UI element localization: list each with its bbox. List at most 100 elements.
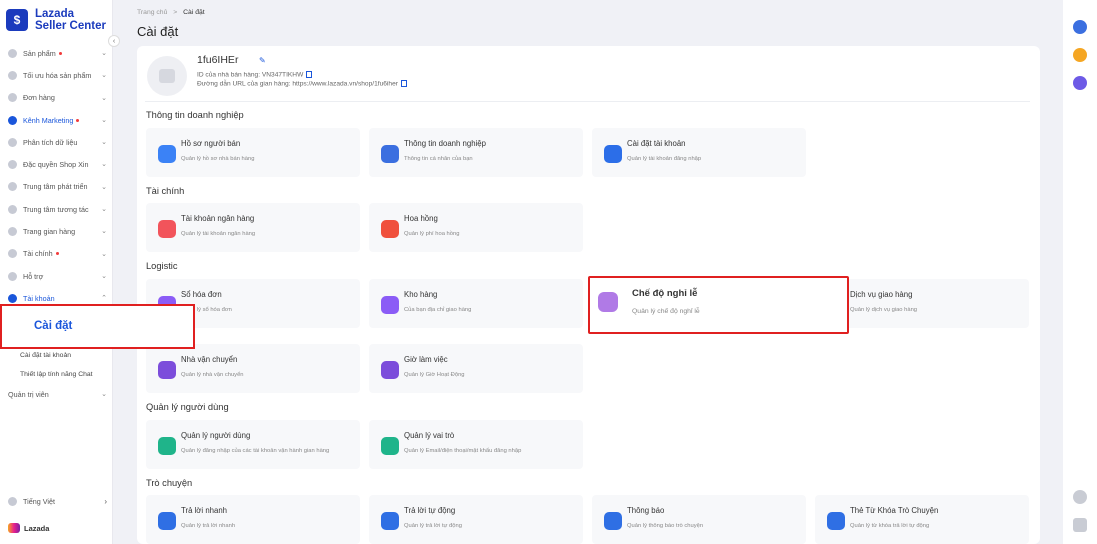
- tile-user-management[interactable]: Quản lý người dùng Quản lý đăng nhập của …: [146, 420, 360, 469]
- page-title: Cài đặt: [137, 24, 179, 39]
- tile-holiday-mode[interactable]: Chế độ nghỉ lễ Quản lý chế độ nghỉ lễ: [588, 276, 849, 334]
- megaphone-icon: [8, 115, 17, 125]
- sidebar-item-analytics[interactable]: Phân tích dữ liệu ⌄: [0, 131, 113, 153]
- chevron-down-icon: ⌄: [101, 206, 107, 214]
- tile-role-management[interactable]: Quản lý vai trò Quản lý Email/điện thoại/…: [369, 420, 583, 469]
- shop-name: 1fu6IHEr: [197, 54, 239, 66]
- section-chat: Trò chuyện: [146, 478, 193, 488]
- chevron-down-icon: ⌄: [101, 272, 107, 280]
- user-profile-icon: [158, 145, 176, 163]
- notification-dot: [58, 51, 62, 55]
- chevron-down-icon: ⌄: [101, 183, 107, 191]
- lazada-bag-icon: $: [6, 9, 28, 31]
- user-icon: [8, 293, 17, 303]
- sidebar-subitem-settings-active[interactable]: Cài đặt: [0, 304, 195, 349]
- app-root: $ Lazada Seller Center Sản phẩm ⌄ Tối ưu …: [0, 0, 1097, 544]
- chat-bubble-icon: [8, 204, 17, 214]
- tile-bank-account[interactable]: Tài khoản ngân hàng Quản lý tài khoản ngâ…: [146, 203, 360, 252]
- commission-icon: [381, 220, 399, 238]
- tile-business-info[interactable]: Thông tin doanh nghiệp Thông tin cá nhân …: [369, 128, 583, 177]
- beach-umbrella-icon: [598, 292, 618, 312]
- tile-business-hours[interactable]: Giờ làm việc Quản lý Giờ Hoạt Động: [369, 344, 583, 393]
- tile-notification[interactable]: Thông báo Quản lý thông báo trò chuyện: [592, 495, 806, 544]
- chevron-down-icon: ⌄: [101, 391, 107, 398]
- store-url: Đường dẫn URL của gian hàng: https://www…: [197, 80, 407, 87]
- sidebar-item-shop-privileges[interactable]: Đặc quyền Shop Xin ⌄: [0, 153, 113, 175]
- chevron-down-icon: ⌄: [101, 139, 107, 147]
- tile-commission[interactable]: Hoa hồng Quản lý phí hoa hồng: [369, 203, 583, 252]
- chevron-down-icon: ⌄: [101, 161, 107, 169]
- divider: [145, 101, 1030, 102]
- brand-subtitle: Seller Center: [35, 20, 106, 32]
- breadcrumb-home[interactable]: Trang chủ: [137, 9, 167, 16]
- bank-card-icon: [158, 220, 176, 238]
- sidebar-item-engagement-center[interactable]: Trung tâm tương tác ⌄: [0, 198, 113, 220]
- chat-icon[interactable]: [1073, 20, 1087, 34]
- box-icon: [8, 48, 17, 58]
- sidebar-subitem-account-settings[interactable]: Cài đặt tài khoản: [20, 352, 71, 359]
- sidebar-item-products[interactable]: Sản phẩm ⌄: [0, 42, 113, 64]
- tile-carrier[interactable]: Nhà vận chuyển Quản lý nhà vận chuyển: [146, 344, 360, 393]
- id-card-icon: [381, 145, 399, 163]
- bell-icon[interactable]: [1073, 48, 1087, 62]
- sidebar-item-growth-center[interactable]: Trung tâm phát triển ⌄: [0, 176, 113, 198]
- sidebar-item-store-page[interactable]: Trang gian hàng ⌄: [0, 220, 113, 242]
- language-switcher[interactable]: Tiếng Việt ›: [8, 497, 113, 506]
- sidebar-collapse-button[interactable]: ‹: [108, 35, 120, 47]
- sidebar-item-orders[interactable]: Đơn hàng ⌄: [0, 87, 113, 109]
- brand-logo[interactable]: $ Lazada Seller Center: [6, 8, 106, 32]
- section-user-management: Quản lý người dùng: [146, 402, 229, 412]
- feedback-icon[interactable]: [1073, 518, 1087, 532]
- auto-reply-icon: [381, 512, 399, 530]
- sidebar-item-admin[interactable]: Quản trị viên ⌄: [8, 390, 113, 399]
- role-icon: [381, 437, 399, 455]
- copy-icon[interactable]: [400, 80, 407, 87]
- wallet-icon: [8, 249, 17, 259]
- edit-icon[interactable]: ✎: [259, 56, 266, 65]
- tile-seller-profile[interactable]: Hồ sơ người bán Quản lý hồ sơ nhà bán hàn…: [146, 128, 360, 177]
- chevron-down-icon: ⌄: [101, 50, 107, 57]
- growth-icon: [8, 182, 17, 192]
- sidebar-nav: Sản phẩm ⌄ Tối ưu hóa sản phẩm ⌄ Đơn hàng ⌄…: [0, 42, 113, 310]
- chevron-right-icon: ›: [104, 497, 107, 506]
- sidebar-item-support[interactable]: Hỗ trợ ⌄: [0, 265, 113, 287]
- help-icon: [8, 271, 17, 281]
- section-logistic: Logistic: [146, 261, 178, 271]
- breadcrumb: Trang chủ > Cài đặt: [137, 9, 205, 16]
- chevron-down-icon: ⌄: [101, 116, 107, 124]
- notification-dot: [76, 118, 80, 122]
- avatar[interactable]: [147, 56, 187, 96]
- lazada-heart-icon: [8, 523, 20, 533]
- sidebar-item-marketing[interactable]: Kênh Marketing ⌄: [0, 109, 113, 131]
- calendar-icon: [381, 361, 399, 379]
- section-business-info: Thông tin doanh nghiệp: [146, 110, 244, 120]
- tile-warehouse[interactable]: Kho hàng Của bạn địa chỉ giao hàng: [369, 279, 583, 328]
- assistant-icon[interactable]: [1073, 76, 1087, 90]
- tile-chat-keywords[interactable]: Thẻ Từ Khóa Trò Chuyện Quản lý từ khóa tr…: [815, 495, 1029, 544]
- seller-id: ID của nhà bán hàng: VN347TIKHW: [197, 71, 313, 78]
- analytics-icon: [8, 137, 17, 147]
- chevron-down-icon: ⌄: [101, 94, 107, 102]
- notification-dot: [55, 252, 59, 256]
- section-finance: Tài chính: [146, 186, 185, 196]
- sidebar-subitem-chat-settings[interactable]: Thiết lập tính năng Chat: [20, 371, 93, 378]
- globe-icon: [8, 497, 17, 506]
- right-toolbar: [1063, 0, 1097, 544]
- chevron-down-icon: ⌄: [101, 72, 107, 80]
- copy-icon[interactable]: [306, 71, 313, 78]
- chevron-up-icon: ⌃: [101, 295, 107, 303]
- tile-account-settings[interactable]: Cài đặt tài khoản Quản lý tài khoản đăng …: [592, 128, 806, 177]
- account-settings-icon: [604, 145, 622, 163]
- sidebar-item-product-optimization[interactable]: Tối ưu hóa sản phẩm ⌄: [0, 64, 113, 86]
- gear-icon[interactable]: [1073, 490, 1087, 504]
- chart-icon: [8, 70, 17, 80]
- tile-auto-reply[interactable]: Trả lời tự động Quản lý trả lời tự động: [369, 495, 583, 544]
- sidebar-item-finance[interactable]: Tài chính ⌄: [0, 243, 113, 265]
- chevron-down-icon: ⌄: [101, 228, 107, 236]
- crown-icon: [8, 160, 17, 170]
- chevron-down-icon: ⌄: [101, 250, 107, 258]
- store-icon: [8, 227, 17, 237]
- speaker-icon: [604, 512, 622, 530]
- tile-quick-reply[interactable]: Trả lời nhanh Quản lý trả lời nhanh: [146, 495, 360, 544]
- chevron-left-icon: ‹: [112, 37, 116, 45]
